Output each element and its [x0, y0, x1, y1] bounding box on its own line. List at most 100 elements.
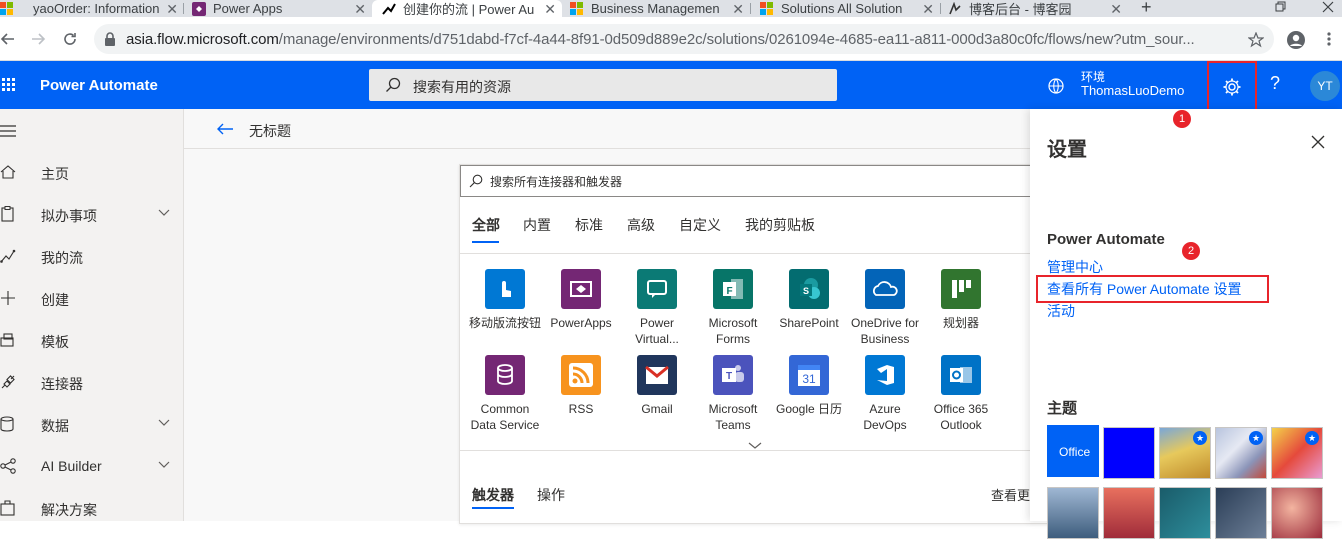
office-favicon-icon: [570, 1, 583, 15]
close-window-icon[interactable]: [1322, 1, 1334, 13]
tab-close-icon[interactable]: ✕: [732, 1, 744, 17]
settings-button-highlight[interactable]: [1207, 61, 1257, 114]
theme-sunset[interactable]: [1103, 487, 1155, 539]
theme-bokeh[interactable]: [1271, 487, 1323, 539]
chevron-down-icon[interactable]: [158, 461, 170, 469]
power-apps-favicon-icon: [192, 1, 206, 16]
browser-menu-icon[interactable]: [1326, 31, 1332, 47]
connector-sharepoint[interactable]: S SharePoint: [771, 269, 847, 331]
tab-close-icon[interactable]: ✕: [1110, 1, 1122, 17]
tab-actions[interactable]: 操作: [537, 485, 565, 505]
theme-mountain[interactable]: [1047, 487, 1099, 539]
nav-item-templates[interactable]: 模板: [0, 319, 184, 361]
connector-name: PowerApps: [550, 316, 612, 330]
browser-tab[interactable]: yaoOrder: Information ✕: [0, 0, 184, 17]
theme-blue[interactable]: [1103, 427, 1155, 479]
tab-close-icon[interactable]: ✕: [354, 1, 366, 17]
theme-circuit[interactable]: [1159, 487, 1211, 539]
nav-item-home[interactable]: 主页: [0, 151, 184, 193]
url-bar[interactable]: asia.flow.microsoft.com/manage/environme…: [94, 24, 1274, 54]
lock-icon[interactable]: [104, 32, 116, 46]
connector-rss[interactable]: RSS: [543, 355, 619, 417]
connector-microsoft-forms[interactable]: F Microsoft Forms: [695, 269, 771, 347]
chevron-down-icon[interactable]: [158, 419, 170, 427]
tab-built-in[interactable]: 内置: [523, 215, 551, 235]
connector-power-virtual-agents[interactable]: Power Virtual...: [619, 269, 695, 347]
connector-microsoft-teams[interactable]: T Microsoft Teams: [695, 355, 771, 433]
tab-triggers[interactable]: 触发器: [472, 485, 514, 505]
ai-builder-icon: [0, 458, 16, 474]
tab-all[interactable]: 全部: [472, 215, 500, 235]
app-brand-title[interactable]: Power Automate: [40, 77, 158, 94]
connector-onedrive-for-business[interactable]: OneDrive for Business: [847, 269, 923, 347]
connector-office-365-outlook[interactable]: Office 365 Outlook: [923, 355, 999, 433]
flow-icon: [0, 249, 16, 263]
theme-office[interactable]: Office: [1047, 425, 1099, 477]
back-arrow-icon[interactable]: [216, 123, 234, 135]
tab-close-icon[interactable]: ✕: [166, 1, 178, 17]
restore-window-icon[interactable]: [1275, 1, 1287, 13]
google-calendar-icon: 31: [789, 355, 829, 395]
connector-gmail[interactable]: Gmail: [619, 355, 695, 417]
forward-icon[interactable]: [30, 31, 46, 47]
admin-center-link[interactable]: 管理中心: [1047, 257, 1103, 277]
browser-tab[interactable]: 博客后台 - 博客园 ✕: [948, 0, 1128, 17]
tab-custom[interactable]: 自定义: [679, 215, 721, 235]
connector-google-calendar[interactable]: 31 Google 日历: [771, 355, 847, 417]
close-icon[interactable]: [1311, 135, 1325, 149]
database-icon: [0, 416, 14, 432]
connector-search-input[interactable]: 搜索所有连接器和触发器: [460, 165, 1050, 197]
nav-item-data[interactable]: 数据: [0, 403, 184, 445]
connector-search-placeholder: 搜索所有连接器和触发器: [490, 175, 623, 189]
tab-close-icon[interactable]: ✕: [544, 1, 556, 17]
avatar[interactable]: YT: [1310, 71, 1340, 101]
activity-link[interactable]: 活动: [1047, 301, 1075, 321]
connector-common-data-service[interactable]: Common Data Service: [467, 355, 543, 433]
chevron-down-icon[interactable]: [158, 209, 170, 217]
nav-item-action-items[interactable]: 拟办事项: [0, 193, 184, 235]
nav-item-connectors[interactable]: 连接器: [0, 361, 184, 403]
star-icon: ★: [1193, 431, 1207, 445]
profile-icon[interactable]: [1286, 30, 1306, 50]
new-tab-button[interactable]: +: [1141, 0, 1152, 18]
back-icon[interactable]: [0, 31, 16, 47]
search-icon: [386, 77, 401, 92]
tab-premium[interactable]: 高级: [627, 215, 655, 235]
theme-flag[interactable]: ★: [1215, 427, 1267, 479]
bookmark-star-icon[interactable]: [1248, 32, 1264, 48]
browser-tab[interactable]: Solutions All Solution ✕: [760, 0, 940, 17]
connector-azure-devops[interactable]: Azure DevOps: [847, 355, 923, 433]
page-title[interactable]: 无标题: [249, 121, 291, 141]
forms-icon: F: [713, 269, 753, 309]
nav-item-solutions[interactable]: 解决方案: [0, 487, 184, 529]
svg-text:F: F: [726, 286, 732, 297]
global-search-input[interactable]: 搜索有用的资源: [369, 69, 837, 101]
theme-golden[interactable]: ★: [1159, 427, 1211, 479]
tab-my-clipboard[interactable]: 我的剪贴板: [745, 215, 815, 235]
browser-tab[interactable]: Power Apps ✕: [192, 0, 372, 17]
nav-item-my-flows[interactable]: 我的流: [0, 235, 184, 277]
connector-name: 移动版流按钮: [468, 316, 541, 330]
expand-chevron-icon[interactable]: [748, 442, 762, 450]
browser-tab[interactable]: Business Managemen ✕: [570, 0, 750, 17]
browser-tab-active[interactable]: 创建你的流 | Power Au ✕: [372, 0, 562, 17]
app-launcher-icon[interactable]: [2, 78, 16, 92]
azure-devops-icon: [865, 355, 905, 395]
connector-mobile-flow-button[interactable]: 移动版流按钮: [467, 269, 543, 331]
plus-icon: [1, 291, 15, 305]
help-button[interactable]: ?: [1270, 73, 1280, 94]
gear-icon[interactable]: [1222, 77, 1242, 97]
nav-item-create[interactable]: 创建: [0, 277, 184, 319]
connector-name: Common Data Service: [470, 402, 540, 432]
tab-standard[interactable]: 标准: [575, 215, 603, 235]
connector-planner[interactable]: 规划器: [923, 269, 999, 331]
hamburger-menu-icon[interactable]: [0, 125, 16, 137]
environment-globe-icon: [1048, 78, 1064, 94]
reload-icon[interactable]: [62, 31, 78, 47]
theme-unicorn[interactable]: ★: [1271, 427, 1323, 479]
tab-close-icon[interactable]: ✕: [922, 1, 934, 17]
nav-item-ai-builder[interactable]: AI Builder: [0, 445, 184, 487]
theme-nation[interactable]: [1215, 487, 1267, 539]
theme-section-title: 主题: [1047, 400, 1078, 417]
connector-powerapps[interactable]: PowerApps: [543, 269, 619, 331]
